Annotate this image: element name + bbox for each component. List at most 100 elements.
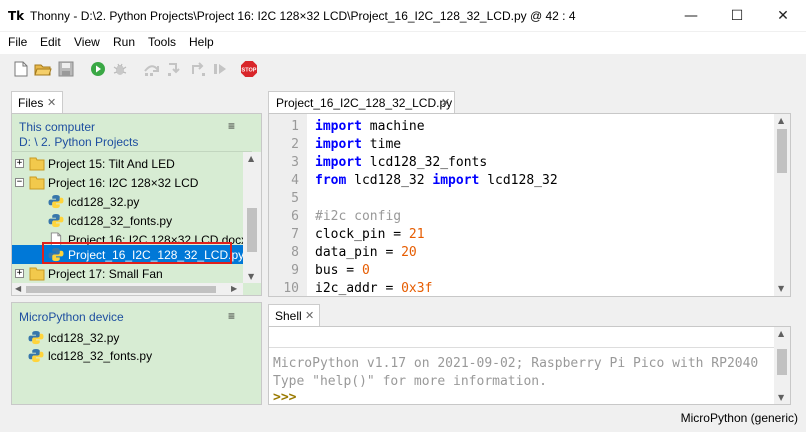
expand-icon[interactable]: +: [15, 269, 24, 278]
scroll-up-icon[interactable]: ▲: [248, 154, 254, 163]
device-file-row[interactable]: lcd128_32_fonts.py: [12, 346, 252, 365]
resume-icon[interactable]: [211, 60, 229, 78]
tree-folder-row[interactable]: − Project 16: I2C 128×32 LCD: [12, 173, 252, 192]
code-keyword: import: [315, 137, 362, 152]
save-icon[interactable]: [57, 60, 75, 78]
menu-view[interactable]: View: [74, 35, 100, 49]
close-tab-icon[interactable]: ✕: [47, 96, 56, 109]
code-text: i2c_addr =: [315, 281, 402, 296]
folder-icon: [29, 157, 45, 171]
scroll-thumb[interactable]: [777, 129, 787, 173]
code-number: 0: [361, 263, 370, 278]
tab-shell[interactable]: Shell ✕: [268, 304, 320, 326]
tab-files[interactable]: Files ✕: [11, 91, 63, 113]
code-text: clock_pin =: [315, 227, 409, 242]
stop-icon[interactable]: STOP: [240, 60, 258, 78]
scroll-down-icon[interactable]: ▼: [778, 284, 784, 293]
code-line: import time: [315, 137, 401, 152]
menu-tools[interactable]: Tools: [148, 35, 176, 49]
device-menu-icon[interactable]: ≡: [228, 309, 235, 323]
location-title[interactable]: This computer: [19, 120, 95, 134]
code-line: import lcd128_32_fonts: [315, 155, 487, 170]
close-button[interactable]: ✕: [760, 0, 806, 32]
scroll-down-icon[interactable]: ▼: [248, 272, 254, 281]
scroll-thumb[interactable]: [26, 286, 216, 293]
line-number: 6: [291, 209, 299, 224]
code-text: lcd128_32: [479, 173, 558, 188]
scroll-thumb[interactable]: [247, 208, 257, 252]
files-menu-icon[interactable]: ≡: [228, 119, 235, 133]
step-into-icon[interactable]: [166, 60, 184, 78]
menu-file[interactable]: File: [8, 35, 27, 49]
divider: [269, 347, 774, 348]
tab-editor-file[interactable]: Project_16_I2C_128_32_LCD.py ✕: [268, 91, 455, 113]
scroll-right-icon[interactable]: ▶: [231, 284, 237, 293]
code-number: 20: [401, 245, 417, 260]
minimize-button[interactable]: —: [668, 0, 714, 32]
code-keyword: import: [432, 173, 480, 188]
tree-item-label: Project 17: Small Fan: [48, 267, 163, 281]
status-bar: MicroPython (generic): [0, 406, 806, 432]
location-path[interactable]: D: \ 2. Python Projects: [19, 135, 138, 149]
shell-console[interactable]: MicroPython v1.17 on 2021-09-02; Raspber…: [268, 326, 791, 405]
highlight-box: [42, 242, 232, 264]
tree-item-label: lcd128_32_fonts.py: [68, 214, 173, 228]
editor-vertical-scrollbar[interactable]: ▲ ▼: [774, 114, 790, 296]
tree-file-row[interactable]: lcd128_32_fonts.py: [12, 211, 252, 230]
menu-run[interactable]: Run: [113, 35, 135, 49]
code-text: machine: [361, 119, 425, 134]
micropython-device-title: MicroPython device: [19, 310, 124, 324]
tree-folder-row[interactable]: + Project 17: Small Fan: [12, 264, 252, 283]
code-editor[interactable]: 1 2 3 4 5 6 7 8 9 10 import machine import time imp…: [268, 113, 791, 297]
shell-output-line: MicroPython v1.17 on 2021-09-02; Raspber…: [273, 356, 759, 371]
debug-icon[interactable]: [111, 60, 129, 78]
stop-icon-label: STOP: [242, 68, 257, 74]
minimize-icon: —: [684, 8, 698, 24]
line-number: 1: [291, 119, 299, 134]
step-over-icon[interactable]: [143, 60, 161, 78]
menu-edit[interactable]: Edit: [40, 35, 61, 49]
shell-prompt[interactable]: >>>: [273, 390, 296, 405]
code-text: lcd128_32_fonts: [361, 155, 488, 170]
line-number: 10: [283, 281, 299, 296]
files-horizontal-scrollbar[interactable]: ◀ ▶: [12, 283, 243, 295]
line-number: 7: [291, 227, 299, 242]
new-file-icon[interactable]: [12, 60, 30, 78]
close-tab-icon[interactable]: ✕: [305, 309, 314, 322]
interpreter-status[interactable]: MicroPython (generic): [681, 411, 798, 425]
files-tab-label: Files: [18, 96, 44, 110]
close-tab-icon[interactable]: ✕: [441, 96, 450, 109]
code-line: from lcd128_32 import lcd128_32: [315, 173, 558, 188]
code-number: 21: [408, 227, 425, 242]
scroll-up-icon[interactable]: ▲: [778, 329, 784, 338]
device-file-row[interactable]: lcd128_32.py: [12, 328, 252, 347]
python-file-icon: [48, 194, 64, 209]
collapse-icon[interactable]: −: [15, 178, 24, 187]
expand-icon[interactable]: +: [15, 159, 24, 168]
device-file-label: lcd128_32_fonts.py: [48, 349, 153, 363]
maximize-button[interactable]: ☐: [714, 0, 760, 32]
code-line: import machine: [315, 119, 425, 134]
close-icon: ✕: [777, 8, 789, 24]
open-file-icon[interactable]: [34, 60, 52, 78]
tree-folder-row[interactable]: + Project 15: Tilt And LED: [12, 154, 252, 173]
scroll-up-icon[interactable]: ▲: [778, 116, 784, 125]
toolbar: STOP: [0, 54, 806, 84]
shell-tab-label: Shell: [275, 309, 302, 323]
folder-icon: [29, 267, 45, 281]
menu-help[interactable]: Help: [189, 35, 214, 49]
code-comment: #i2c config: [315, 209, 402, 224]
code-text: data_pin =: [315, 245, 402, 260]
code-line: i2c_addr = 0x3f: [315, 281, 432, 296]
scroll-left-icon[interactable]: ◀: [15, 284, 21, 293]
scroll-thumb[interactable]: [777, 349, 787, 375]
divider: [12, 151, 252, 152]
scroll-down-icon[interactable]: ▼: [778, 393, 784, 402]
step-out-icon[interactable]: [189, 60, 207, 78]
files-vertical-scrollbar[interactable]: ▲ ▼: [243, 152, 261, 283]
files-panel: This computer D: \ 2. Python Projects ≡ …: [11, 113, 262, 296]
shell-vertical-scrollbar[interactable]: ▲ ▼: [774, 327, 790, 404]
folder-icon: [29, 176, 45, 190]
tree-file-row[interactable]: lcd128_32.py: [12, 192, 252, 211]
run-icon[interactable]: [89, 60, 107, 78]
